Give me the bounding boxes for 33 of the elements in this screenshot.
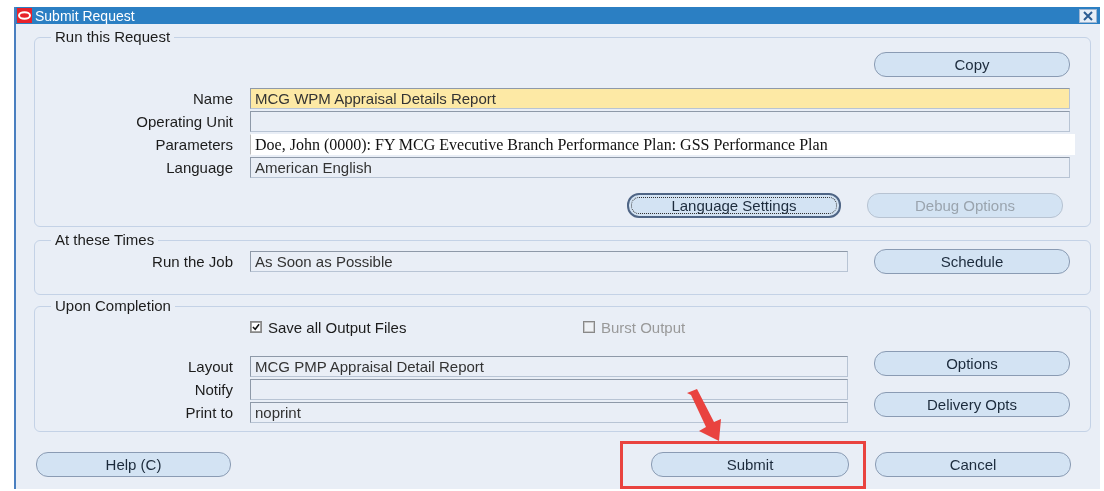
copy-button[interactable]: Copy — [874, 52, 1070, 77]
submit-button[interactable]: Submit — [651, 452, 849, 477]
field-label: Layout — [186, 358, 234, 375]
group-title: At these Times — [54, 233, 156, 247]
input-field[interactable] — [250, 379, 848, 400]
group-title: Upon Completion — [54, 299, 172, 313]
field-label: Run the Job — [151, 253, 234, 270]
app-logo-icon — [17, 8, 32, 23]
field-label: Parameters — [154, 136, 234, 153]
input-field[interactable]: American English — [250, 157, 1070, 178]
cancel-button[interactable]: Cancel — [875, 452, 1071, 477]
window-title: Submit Request — [35, 7, 136, 24]
input-field[interactable]: MCG PMP Appraisal Detail Report — [250, 356, 848, 377]
help-button[interactable]: Help (C) — [36, 452, 231, 477]
delivery-opts-button[interactable]: Delivery Opts — [874, 392, 1070, 417]
field-label: Notify — [193, 381, 234, 398]
field-label: Name — [192, 90, 234, 107]
input-field[interactable]: MCG WPM Appraisal Details Report — [250, 88, 1070, 109]
input-field[interactable]: Doe, John (0000): FY MCG Evecutive Branch Performance Plan: GSS Performance Plan — [250, 134, 1075, 155]
close-icon[interactable] — [1079, 8, 1097, 23]
schedule-button[interactable]: Schedule — [874, 249, 1070, 274]
options-button[interactable]: Options — [874, 351, 1070, 376]
field-label: Language — [165, 159, 234, 176]
input-field[interactable] — [250, 111, 1070, 132]
checkbox-icon — [250, 321, 262, 333]
input-field[interactable]: noprint — [250, 402, 848, 423]
checkbox-icon — [583, 321, 595, 333]
field-label: Print to — [184, 404, 234, 421]
language-settings-button[interactable]: Language Settings — [627, 193, 841, 218]
field-label: Operating Unit — [135, 113, 234, 130]
checkbox[interactable]: Save all Output Files — [250, 318, 583, 336]
group-title: Run this Request — [54, 30, 172, 44]
input-field[interactable]: As Soon as Possible — [250, 251, 848, 272]
